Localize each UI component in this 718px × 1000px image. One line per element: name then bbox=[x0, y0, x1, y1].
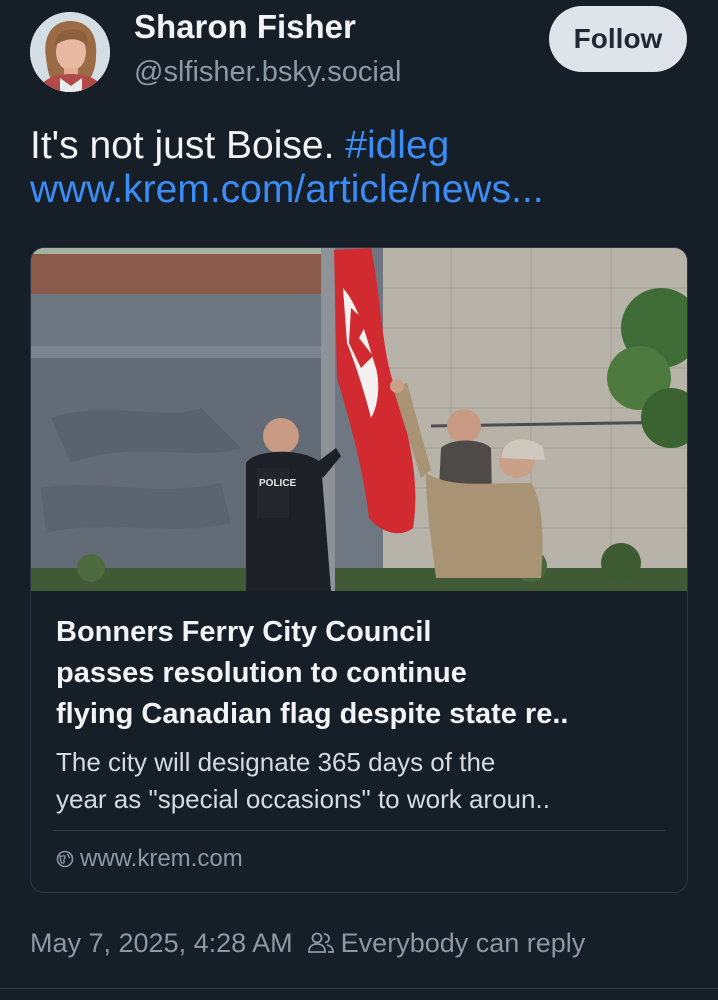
reply-setting[interactable]: Everybody can reply bbox=[341, 928, 586, 958]
title-line: flying Canadian flag despite state re.. bbox=[56, 698, 569, 730]
article-link[interactable]: www.krem.com/article/news... bbox=[30, 168, 544, 211]
bottom-divider bbox=[0, 988, 718, 989]
author-name[interactable]: Sharon Fisher bbox=[134, 8, 356, 46]
police-vest-text: POLICE bbox=[259, 478, 297, 489]
post-body-text: It's not just Boise. bbox=[30, 124, 346, 167]
link-preview-image: POLICE bbox=[31, 248, 687, 591]
title-line: Bonners Ferry City Council bbox=[56, 616, 432, 648]
post-meta: May 7, 2025, 4:28 AM Everybody can reply bbox=[30, 928, 585, 959]
link-preview-title[interactable]: Bonners Ferry City Council passes resolu… bbox=[56, 612, 676, 735]
link-preview-domain[interactable]: www.krem.com bbox=[56, 845, 243, 873]
post-timestamp: May 7, 2025, 4:28 AM bbox=[30, 928, 293, 958]
avatar-image bbox=[30, 12, 110, 92]
avatar[interactable] bbox=[30, 12, 110, 92]
hashtag-link[interactable]: #idleg bbox=[345, 124, 449, 167]
title-line: passes resolution to continue bbox=[56, 657, 467, 689]
card-divider bbox=[53, 830, 665, 831]
description-line: year as "special occasions" to work arou… bbox=[56, 784, 550, 814]
globe-icon bbox=[56, 850, 74, 868]
link-preview-card[interactable]: POLICE Bonners Ferry City Council passes… bbox=[30, 247, 688, 893]
link-preview-description: The city will designate 365 days of the … bbox=[56, 744, 676, 818]
description-line: The city will designate 365 days of the bbox=[56, 747, 496, 777]
author-handle[interactable]: @slfisher.bsky.social bbox=[134, 56, 401, 89]
domain-text: www.krem.com bbox=[80, 845, 243, 872]
follow-button[interactable]: Follow bbox=[549, 6, 687, 72]
people-icon bbox=[307, 932, 334, 953]
post-text: It's not just Boise. #idleg www.krem.com… bbox=[30, 124, 710, 212]
